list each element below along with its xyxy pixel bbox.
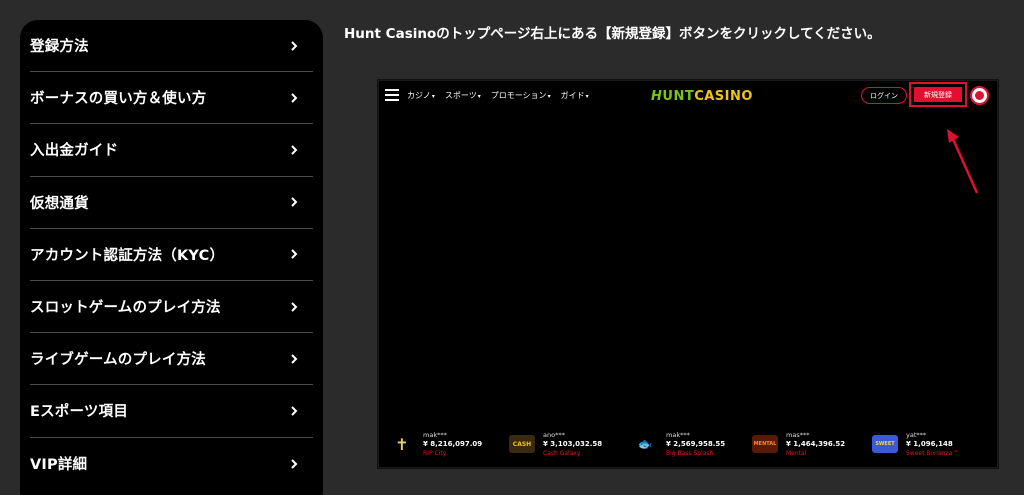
guide-sidebar: 登録方法 ボーナスの買い方＆使い方 入出金ガイド 仮想通貨 アカウント認証方法（… — [20, 20, 323, 495]
winner-item: MENTAL mas*** ¥ 1,464,396.52 Mental — [752, 426, 845, 462]
sidebar-item-label: ボーナスの買い方＆使い方 — [30, 91, 207, 108]
sidebar-item-kyc[interactable]: アカウント認証方法（KYC） — [30, 229, 313, 281]
chevron-right-icon — [291, 354, 298, 364]
winner-user: mak*** — [666, 430, 690, 439]
nav-casino: カジノ▾ — [407, 91, 435, 100]
sidebar-item-label: スロットゲームのプレイ方法 — [30, 300, 221, 317]
sidebar-item-label: Eスポーツ項目 — [30, 404, 129, 421]
winner-item: SWEET yat*** ¥ 1,096,148 Sweet Bonanza™ — [872, 426, 958, 462]
sidebar-item-label: VIP詳細 — [30, 457, 88, 474]
sidebar-item-label: アカウント認証方法（KYC） — [30, 247, 225, 264]
signup-highlight-box: 新規登録 — [909, 82, 967, 107]
hamburger-menu-icon — [385, 89, 399, 101]
sidebar-item-label: 登録方法 — [30, 39, 89, 56]
nav-promotions: プロモーション▾ — [490, 91, 551, 100]
sidebar-item-registration[interactable]: 登録方法 — [30, 20, 313, 73]
winner-amount: ¥ 1,096,148 — [906, 439, 953, 448]
pointer-arrow-icon — [947, 129, 979, 194]
casino-screenshot: カジノ▾ スポーツ▾ プロモーション▾ ガイド▾ H UNT CASINO ログイン… — [378, 80, 998, 468]
sidebar-item-bonus[interactable]: ボーナスの買い方＆使い方 — [30, 72, 313, 125]
chevron-right-icon — [291, 249, 298, 260]
chevron-right-icon — [291, 145, 298, 155]
nav-sports: スポーツ▾ — [444, 91, 481, 100]
sidebar-item-label: ライブゲームのプレイ方法 — [30, 352, 206, 369]
game-thumbnail: MENTAL — [752, 435, 778, 453]
winner-user: mak*** — [423, 430, 447, 439]
winner-item: ✝ mak*** ¥ 8,216,097.09 RIP City — [389, 426, 482, 462]
hunt-casino-logo: H UNT CASINO — [651, 89, 753, 104]
signup-button: 新規登録 — [914, 87, 962, 102]
sidebar-item-live[interactable]: ライブゲームのプレイ方法 — [30, 333, 313, 386]
chevron-right-icon — [291, 40, 298, 51]
winner-amount: ¥ 2,569,958.55 — [666, 439, 726, 448]
winner-user: mas*** — [786, 430, 810, 439]
game-thumbnail: SWEET — [872, 435, 898, 453]
winner-game: Mental — [786, 449, 807, 457]
sidebar-item-label: 入出金ガイド — [30, 143, 119, 160]
caret-down-icon: ▾ — [547, 93, 551, 100]
winner-game: Sweet Bonanza™ — [906, 449, 959, 457]
caret-down-icon: ▾ — [585, 93, 589, 100]
chevron-right-icon — [291, 406, 298, 416]
game-thumbnail: CASH — [509, 435, 535, 453]
game-thumbnail: ✝ — [395, 434, 409, 454]
winner-game: Big Bass Splash — [666, 449, 714, 457]
winner-item: CASH ano*** ¥ 3,103,032.58 Cash Galaxy — [509, 426, 602, 462]
casino-topbar: カジノ▾ スポーツ▾ プロモーション▾ ガイド▾ H UNT CASINO ログイン… — [379, 81, 997, 111]
winner-amount: ¥ 1,464,396.52 — [786, 439, 846, 448]
winner-user: yat*** — [906, 430, 927, 439]
chevron-right-icon — [291, 301, 298, 312]
instruction-text: Hunt Casinoのトップページ右上にある【新規登録】ボタンをクリックしてく… — [344, 26, 881, 42]
japan-flag-icon — [970, 86, 989, 105]
game-thumbnail: 🐟 — [637, 437, 653, 451]
winner-user: ano*** — [543, 430, 565, 439]
sidebar-item-crypto[interactable]: 仮想通貨 — [30, 177, 313, 229]
winner-game: Cash Galaxy — [543, 449, 581, 457]
nav-guide: ガイド▾ — [560, 91, 589, 100]
winner-amount: ¥ 3,103,032.58 — [543, 439, 603, 448]
winner-item: 🐟 mak*** ¥ 2,569,958.55 Big Bass Splash — [632, 426, 726, 462]
chevron-right-icon — [291, 197, 298, 207]
sidebar-item-esports[interactable]: Eスポーツ項目 — [30, 385, 313, 438]
caret-down-icon: ▾ — [477, 93, 481, 100]
winner-amount: ¥ 8,216,097.09 — [423, 439, 483, 448]
sidebar-item-slots[interactable]: スロットゲームのプレイ方法 — [30, 281, 313, 334]
recent-winners-bar: ✝ mak*** ¥ 8,216,097.09 RIP City CASH an… — [389, 426, 989, 462]
chevron-right-icon — [291, 458, 298, 469]
sidebar-item-label: 仮想通貨 — [30, 195, 89, 212]
casino-nav: カジノ▾ スポーツ▾ プロモーション▾ ガイド▾ — [407, 90, 589, 101]
winner-game: RIP City — [423, 449, 447, 457]
chevron-right-icon — [291, 93, 298, 103]
caret-down-icon: ▾ — [431, 93, 435, 100]
sidebar-item-vip[interactable]: VIP詳細 — [30, 438, 313, 490]
sidebar-item-deposit[interactable]: 入出金ガイド — [30, 124, 313, 177]
login-button: ログイン — [861, 87, 907, 104]
